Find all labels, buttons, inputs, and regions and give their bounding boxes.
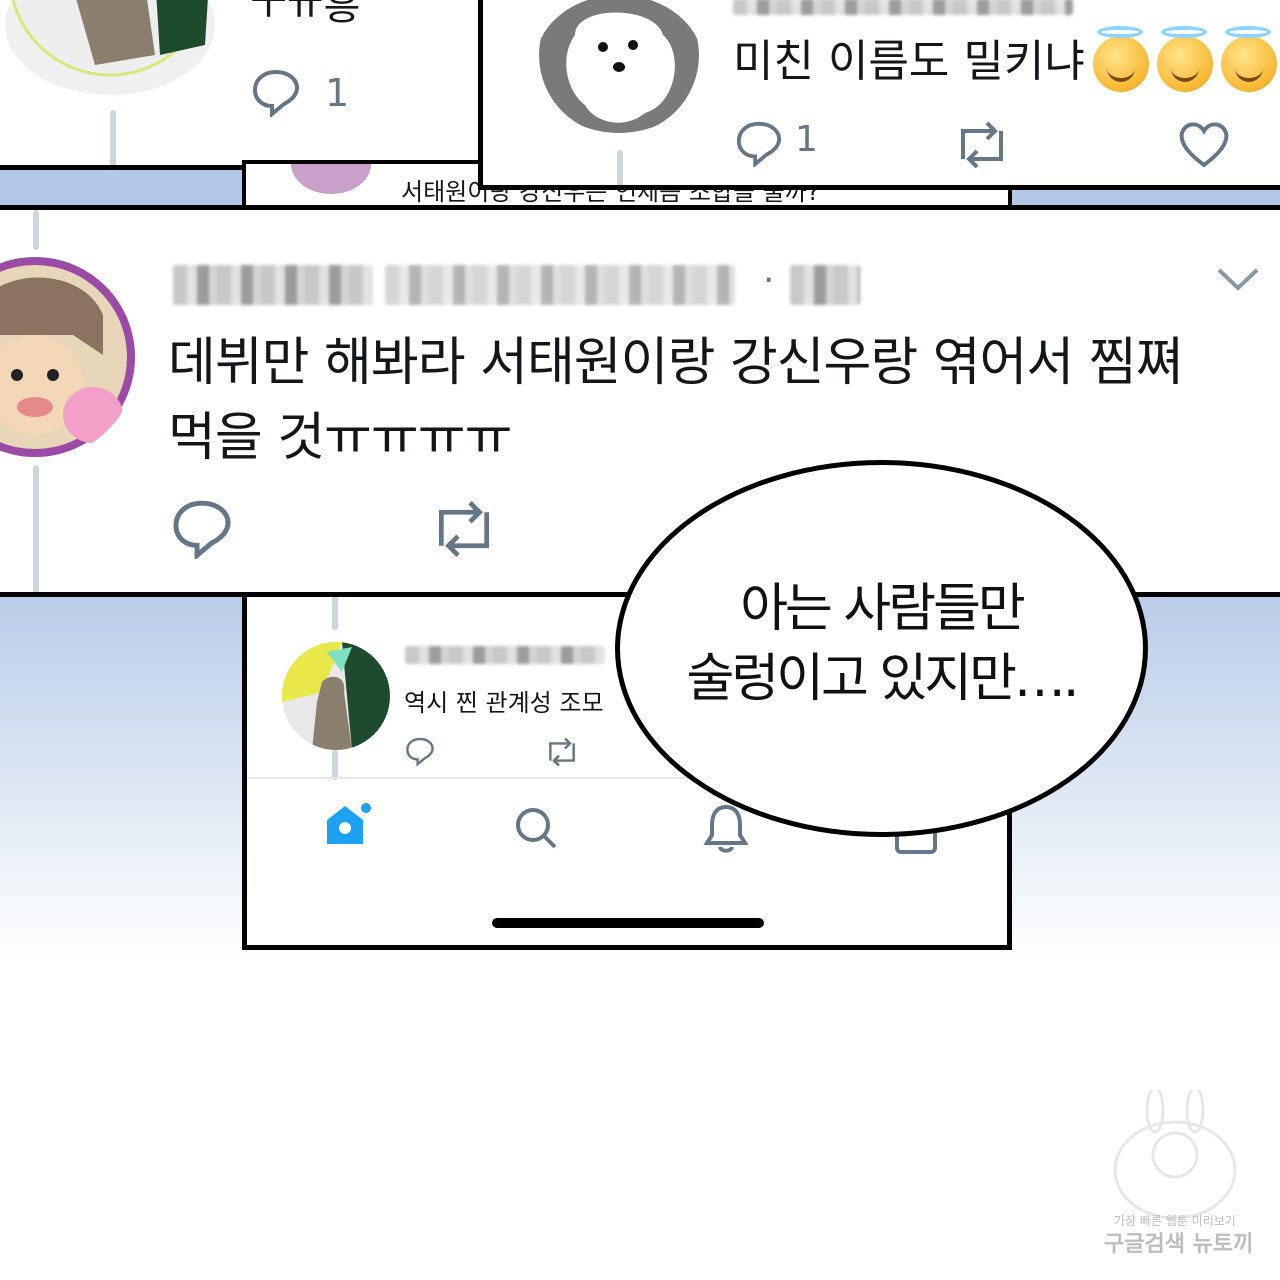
tweet-text-line1: 데뷔만 해봐라 서태원이랑 강신우랑 엮어서 찜쪄 <box>168 333 1183 393</box>
halo-emoji-icon <box>1092 26 1149 92</box>
blurred-handle <box>385 265 735 305</box>
reply-icon[interactable] <box>735 119 783 167</box>
tweet-text-partial: ㅜㅠ흥 <box>250 0 361 29</box>
tweet-text: 역시 찐 관계성 조모 <box>404 689 604 717</box>
thread-line <box>33 210 39 250</box>
tweet-text-line2: 먹을 것ㅠㅠㅠㅠ <box>168 408 512 468</box>
speech-line-2: 술렁이고 있지만…. <box>686 649 1080 709</box>
notifications-bell-icon[interactable] <box>703 803 749 853</box>
halo-emoji-icon <box>1156 26 1213 92</box>
tweet-panel-top-right: 미친 이름도 밀키냐 1 <box>478 0 1280 190</box>
watermark-line-2: 구글검색 뉴토끼 <box>1104 1232 1254 1257</box>
retweet-icon[interactable] <box>951 121 1013 169</box>
chevron-down-icon[interactable] <box>1215 266 1261 294</box>
blurred-username <box>173 265 373 305</box>
speech-bubble-text: 아는 사람들만 술렁이고 있지만…. <box>615 574 1148 714</box>
search-icon[interactable] <box>513 805 559 851</box>
blurred-username <box>733 0 1073 15</box>
thread-line <box>617 150 623 185</box>
home-indicator-bar[interactable] <box>492 918 764 928</box>
thread-line <box>332 750 338 780</box>
reply-count: 1 <box>795 119 818 160</box>
watermark-logo-icon <box>1113 1090 1237 1220</box>
avatar[interactable] <box>0 255 138 460</box>
blurred-username <box>405 646 605 664</box>
tweet-text: 미친 이름도 밀키냐 <box>733 25 1277 92</box>
thread-line <box>33 465 39 592</box>
blurred-timestamp <box>790 265 860 305</box>
separator-dot: · <box>763 260 775 301</box>
tweet-text-body: 미친 이름도 밀키냐 <box>733 36 1085 87</box>
retweet-icon[interactable] <box>543 737 581 767</box>
avatar <box>291 164 371 194</box>
halo-emoji-icon <box>1220 26 1277 92</box>
avatar[interactable] <box>5 0 215 95</box>
reply-icon[interactable] <box>405 736 435 766</box>
reply-icon[interactable] <box>251 67 301 117</box>
reply-icon[interactable] <box>171 497 233 559</box>
like-icon[interactable] <box>1177 119 1231 169</box>
home-icon[interactable] <box>321 800 373 850</box>
avatar[interactable] <box>535 0 703 133</box>
tweet-panel-top-left: ㅜㅠ흥 1 <box>0 0 485 170</box>
speech-line-1: 아는 사람들만 <box>740 579 1026 639</box>
avatar[interactable] <box>282 642 390 750</box>
reply-count: 1 <box>325 71 350 115</box>
retweet-icon[interactable] <box>427 500 501 558</box>
thread-line <box>110 110 116 165</box>
